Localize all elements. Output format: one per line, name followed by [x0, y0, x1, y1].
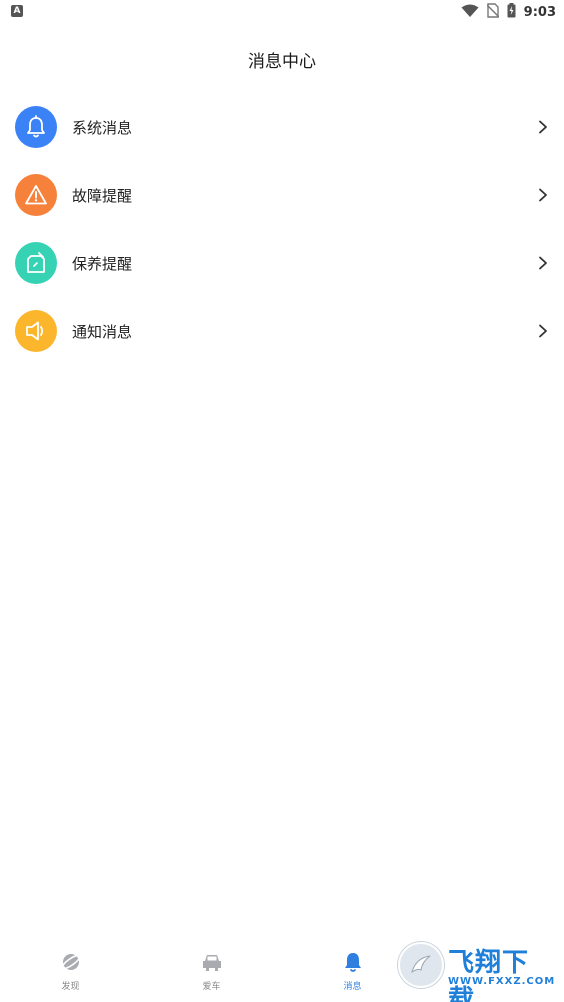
- menu-item-label: 系统消息: [72, 118, 133, 137]
- no-sim-icon: [486, 2, 500, 22]
- chevron-right-icon: [536, 256, 550, 270]
- watermark-text: 飞翔下载: [448, 948, 530, 1002]
- menu-item-system-messages[interactable]: 系统消息: [0, 93, 564, 161]
- menu-item-fault-alerts[interactable]: 故障提醒: [0, 161, 564, 229]
- tab-label: 发现: [61, 982, 80, 992]
- bell-icon: [15, 106, 57, 148]
- clock: 9:03: [523, 4, 556, 20]
- header: 消息中心: [0, 40, 564, 84]
- speaker-icon: [15, 310, 57, 352]
- wifi-icon: [461, 3, 479, 22]
- menu-item-notifications[interactable]: 通知消息: [0, 297, 564, 365]
- tab-discover[interactable]: 发现: [0, 942, 141, 1002]
- watermark-logo-icon: [398, 942, 444, 988]
- chevron-right-icon: [536, 188, 550, 202]
- watermark: 飞翔下载 WWW.FXXZ.COM: [398, 940, 556, 1002]
- chevron-right-icon: [536, 324, 550, 338]
- watermark-url: WWW.FXXZ.COM: [448, 976, 556, 987]
- bell-icon: [341, 950, 365, 974]
- tab-my-car[interactable]: 爱车: [141, 942, 282, 1002]
- status-icons: 9:03: [461, 2, 556, 22]
- planet-icon: [59, 950, 83, 974]
- chevron-right-icon: [536, 120, 550, 134]
- menu-item-label: 保养提醒: [72, 254, 133, 273]
- battery-charging-icon: [507, 2, 516, 22]
- message-category-list: 系统消息 故障提醒 保养提醒 通知消息: [0, 93, 564, 365]
- car-icon: [200, 950, 224, 974]
- menu-item-maintenance-alerts[interactable]: 保养提醒: [0, 229, 564, 297]
- notification-app-icon: A: [11, 5, 23, 17]
- menu-item-label: 通知消息: [72, 322, 133, 341]
- menu-item-label: 故障提醒: [72, 186, 133, 205]
- status-bar: A 9:03: [0, 0, 564, 24]
- tab-label: 爱车: [202, 982, 221, 992]
- maintenance-icon: [15, 242, 57, 284]
- warning-icon: [15, 174, 57, 216]
- page-title: 消息中心: [248, 52, 316, 72]
